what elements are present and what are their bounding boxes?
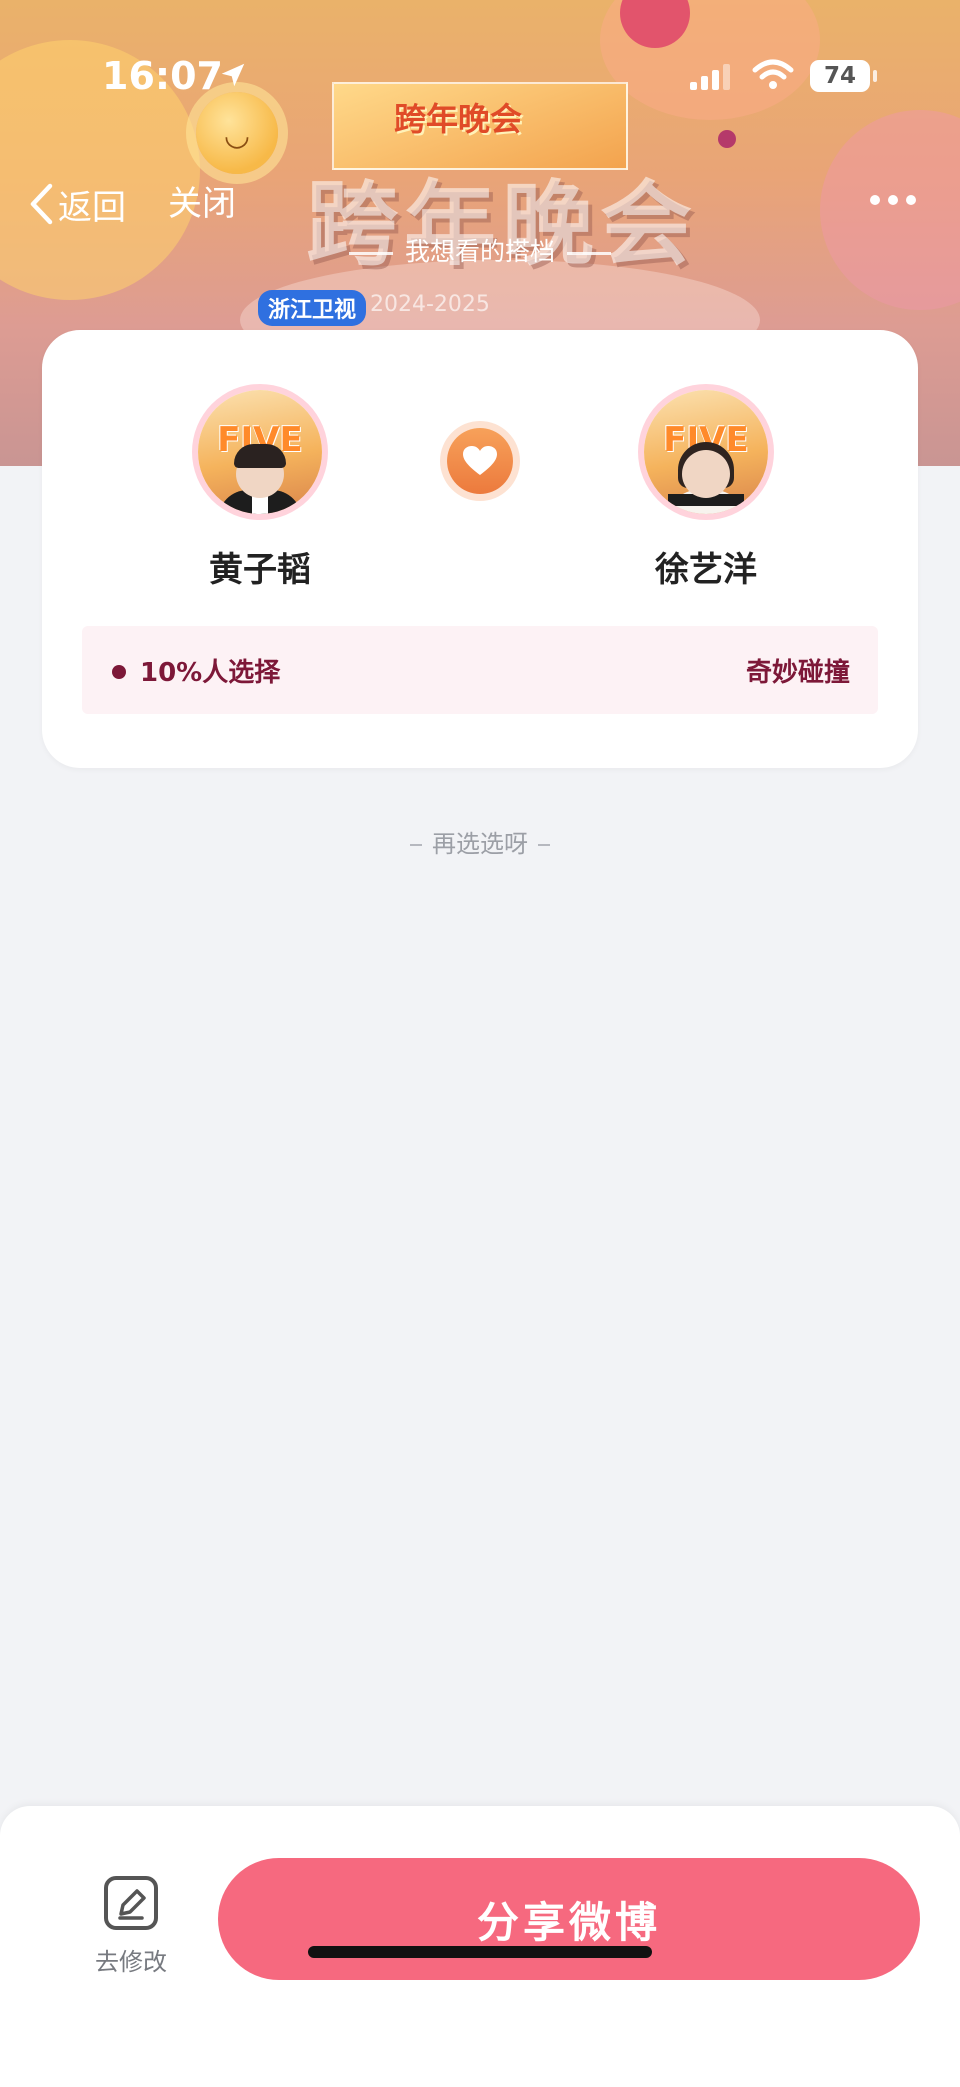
battery-indicator: 74	[810, 60, 877, 92]
channel-date: 2024-2025	[370, 292, 490, 317]
banner-decoration	[718, 130, 736, 148]
heart-icon	[463, 446, 497, 475]
location-arrow-icon	[221, 63, 245, 87]
channel-badge: 浙江卫视	[258, 290, 367, 326]
pairing-card: FIVE FIVE 黄子韬 徐艺洋 10%人选择 奇妙碰撞	[42, 330, 918, 768]
avatar-right[interactable]: FIVE	[644, 390, 768, 514]
left-person-name: 黄子韬	[209, 550, 311, 590]
bullet-dot-icon	[112, 665, 126, 679]
avatar-left[interactable]: FIVE	[198, 390, 322, 514]
reselect-label: 再选选呀	[432, 830, 528, 858]
back-button[interactable]: 返回	[28, 180, 126, 228]
edit-button[interactable]: 去修改	[66, 1874, 196, 1984]
heart-badge	[447, 428, 513, 494]
subtitle-text: 我想看的搭档	[404, 237, 555, 266]
back-label: 返回	[58, 187, 126, 228]
home-indicator	[308, 1946, 652, 1958]
selection-stat-bar: 10%人选择 奇妙碰撞	[82, 626, 878, 714]
chevron-left-icon	[30, 183, 53, 225]
ellipsis-icon	[870, 195, 880, 205]
status-time: 16:07	[102, 54, 223, 98]
more-options-button[interactable]	[870, 190, 930, 218]
reselect-link[interactable]: 再选选呀	[0, 824, 960, 859]
pairing-tag: 奇妙碰撞	[745, 658, 850, 688]
share-weibo-button[interactable]: 分享微博	[218, 1858, 920, 1980]
right-person-name: 徐艺洋	[655, 550, 757, 590]
close-button[interactable]: 关闭	[168, 180, 236, 228]
program-thumbnail: 跨年晚会	[332, 82, 628, 170]
selection-percent: 10%人选择	[140, 658, 281, 688]
wifi-icon	[752, 59, 794, 89]
program-thumbnail-title: 跨年晚会	[394, 100, 523, 138]
banner-subtitle: 我想看的搭档	[0, 232, 960, 268]
pencil-square-icon	[104, 1876, 158, 1930]
cellular-signal-icon	[690, 64, 730, 90]
edit-label: 去修改	[95, 1948, 167, 1976]
